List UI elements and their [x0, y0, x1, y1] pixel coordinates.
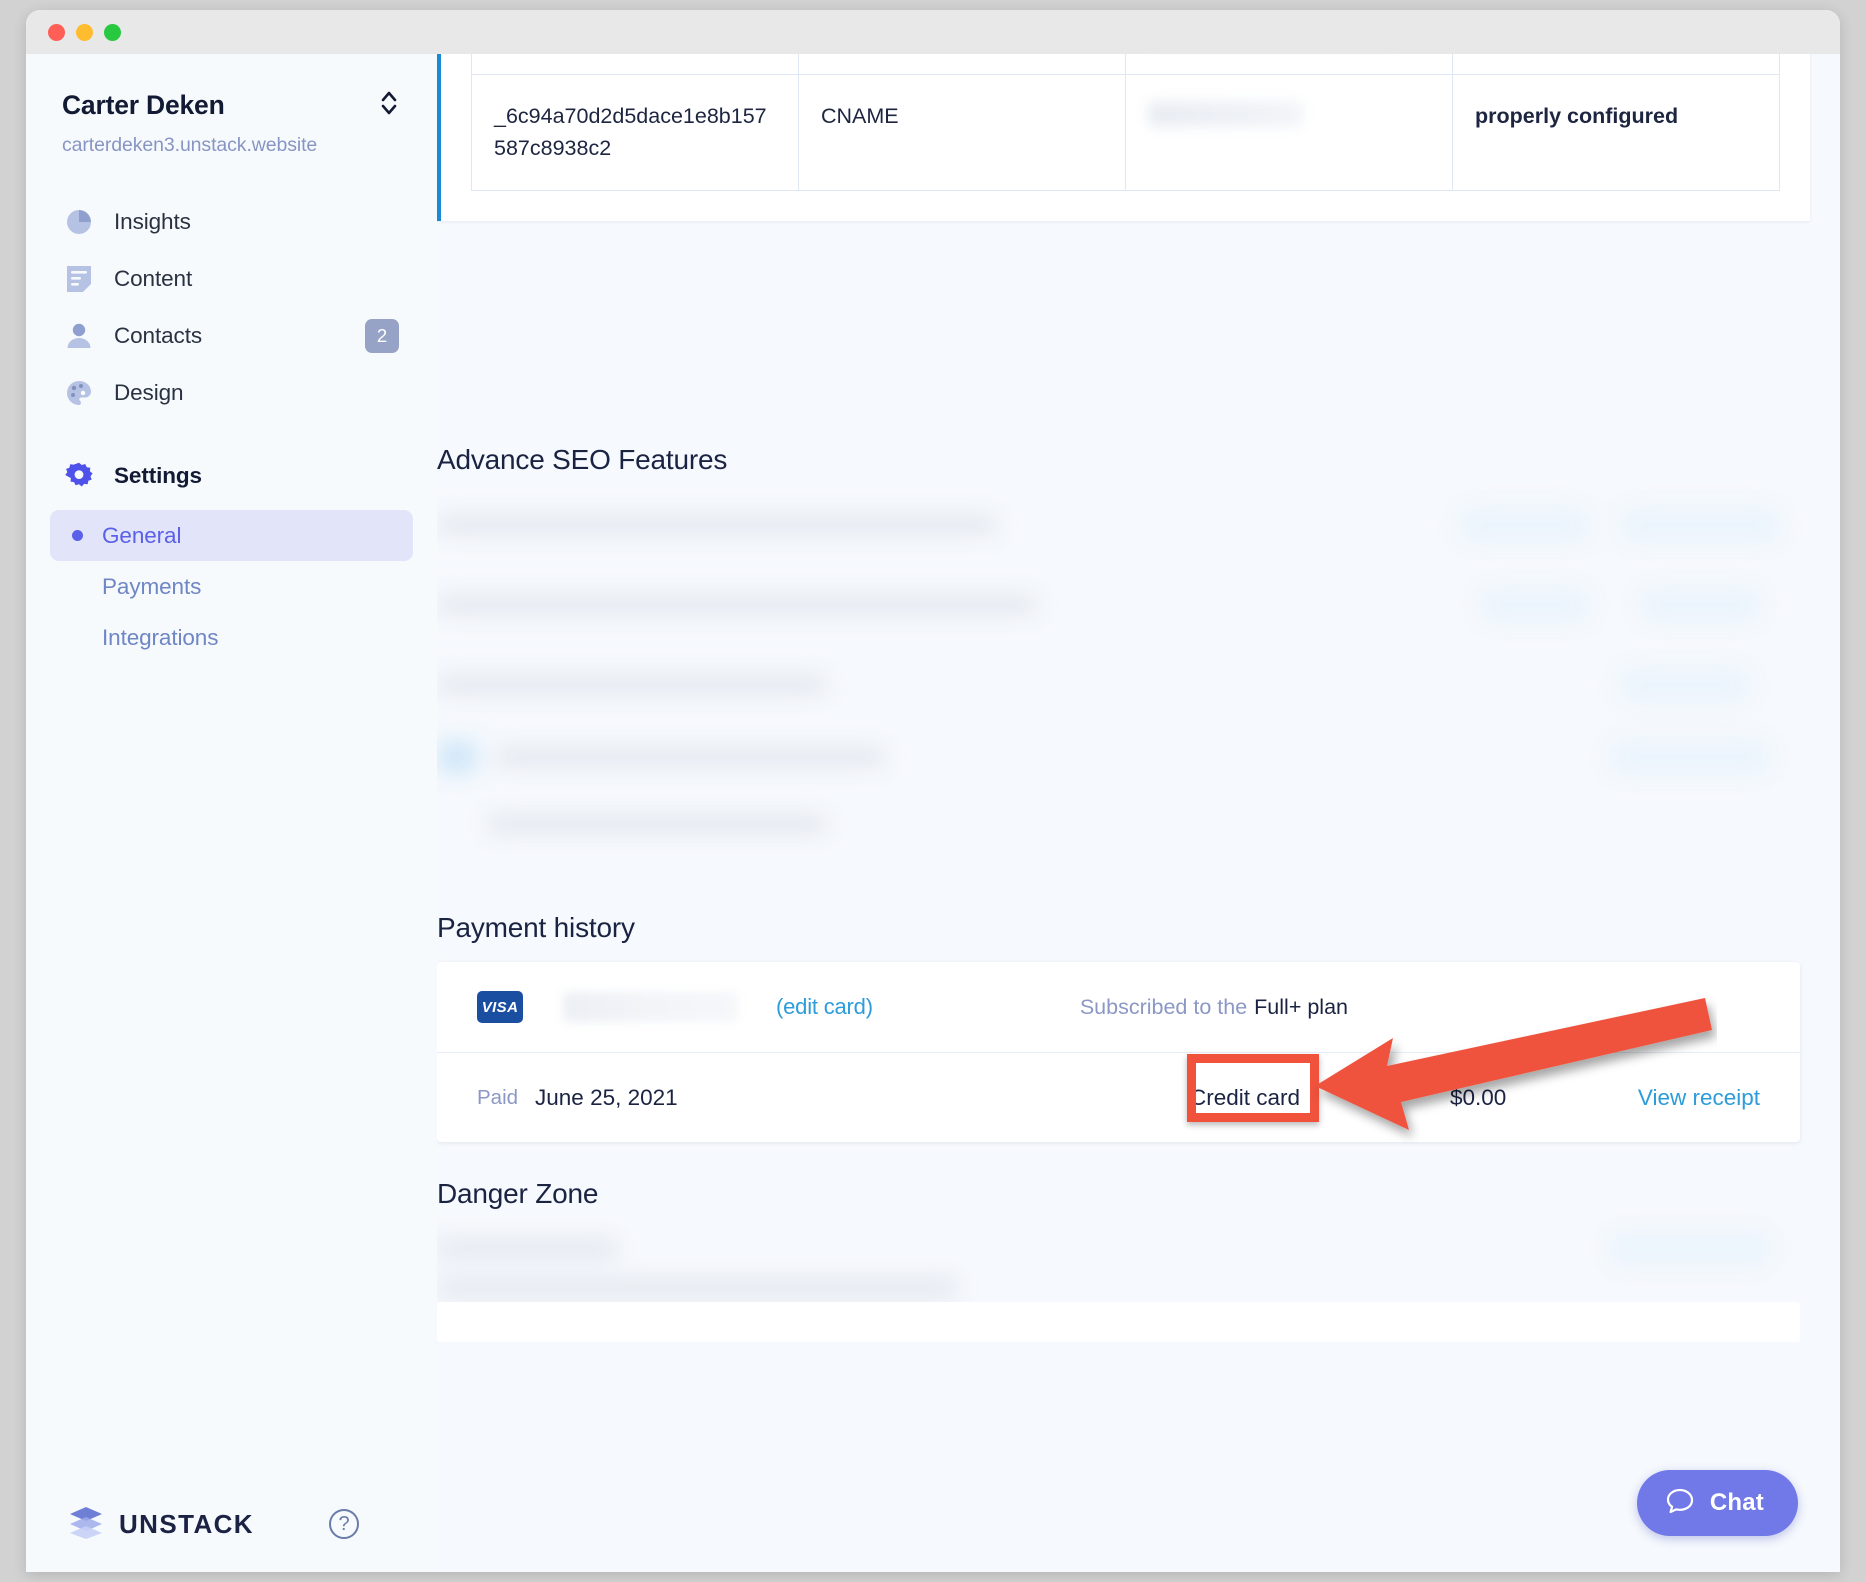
- app-window: Carter Deken carterdeken3.unstack.websit…: [26, 10, 1840, 1572]
- danger-zone-title: Danger Zone: [437, 1178, 598, 1210]
- help-glyph: ?: [338, 1513, 349, 1536]
- plan-name: Full+ plan: [1254, 995, 1348, 1019]
- active-dot-icon: [72, 530, 83, 541]
- invoice-date: June 25, 2021: [535, 1085, 678, 1111]
- main-content: @ A pending www CNAME pending: [437, 54, 1840, 1572]
- subscription-status: Subscribed to the Full+ plan: [1080, 995, 1348, 1020]
- sidebar-subitem-label: Integrations: [102, 625, 218, 651]
- zoom-button[interactable]: [104, 24, 121, 41]
- document-icon: [62, 262, 96, 296]
- person-icon: [62, 319, 96, 353]
- danger-zone-redacted-region: [437, 1226, 1800, 1308]
- palette-icon: [62, 376, 96, 410]
- dns-status-cell: properly configured: [1453, 75, 1780, 190]
- chat-bubble-icon: [1665, 1486, 1695, 1521]
- inactive-dot-icon: [72, 632, 83, 643]
- sidebar-item-content[interactable]: Content: [50, 250, 413, 307]
- sidebar-item-label: Design: [114, 380, 183, 406]
- chevron-up-down-icon[interactable]: [379, 88, 399, 123]
- dns-type-cell: CNAME: [799, 54, 1126, 75]
- sidebar-footer: UNSTACK ?: [26, 1476, 437, 1572]
- card-number-redacted: [563, 992, 738, 1022]
- danger-zone-card: [437, 1302, 1800, 1342]
- seo-features-redacted-region: [437, 504, 1800, 844]
- window-titlebar: [26, 10, 1840, 54]
- dns-notice-card: @ A pending www CNAME pending: [437, 54, 1810, 221]
- payment-method-row: VISA (edit card) Subscribed to the Full+ …: [437, 962, 1800, 1052]
- sidebar-item-label: Settings: [114, 463, 202, 489]
- annotation-highlight-box: [1187, 1054, 1319, 1122]
- payment-history-card: VISA (edit card) Subscribed to the Full+ …: [437, 962, 1800, 1142]
- sidebar: Carter Deken carterdeken3.unstack.websit…: [26, 54, 437, 1572]
- dns-status-cell: pending: [1453, 54, 1780, 75]
- sidebar-item-integrations[interactable]: Integrations: [50, 612, 413, 663]
- minimize-button[interactable]: [76, 24, 93, 41]
- sidebar-subitem-label: Payments: [102, 574, 201, 600]
- dns-name-cell: www: [472, 54, 799, 75]
- view-receipt-link[interactable]: View receipt: [1550, 1085, 1760, 1111]
- settings-subnav: General Payments Integrations: [26, 510, 437, 663]
- contacts-count-badge: 2: [365, 319, 399, 353]
- dns-value-cell: [1126, 54, 1453, 75]
- primary-nav: Insights Content: [26, 193, 437, 504]
- dns-records-panel: @ A pending www CNAME pending: [437, 54, 1810, 221]
- pie-chart-icon: [62, 205, 96, 239]
- sidebar-item-payments[interactable]: Payments: [50, 561, 413, 612]
- invoice-status: Paid: [477, 1086, 518, 1110]
- sidebar-item-label: Content: [114, 266, 192, 292]
- dns-name-cell: _6c94a70d2d5dace1e8b157587c8938c2: [472, 75, 799, 190]
- sidebar-item-general[interactable]: General: [50, 510, 413, 561]
- redacted-value: [1148, 101, 1303, 127]
- chat-button[interactable]: Chat: [1637, 1470, 1798, 1536]
- site-url[interactable]: carterdeken3.unstack.website: [62, 134, 399, 157]
- site-name: Carter Deken: [62, 90, 225, 121]
- payment-history-title: Payment history: [437, 912, 635, 944]
- layers-icon: [68, 1505, 104, 1544]
- close-button[interactable]: [48, 24, 65, 41]
- inactive-dot-icon: [72, 581, 83, 592]
- sidebar-item-label: Insights: [114, 209, 191, 235]
- dns-value-cell: [1126, 75, 1453, 190]
- sidebar-item-contacts[interactable]: Contacts 2: [50, 307, 413, 364]
- chat-label: Chat: [1710, 1489, 1764, 1517]
- site-header: Carter Deken carterdeken3.unstack.websit…: [26, 54, 437, 157]
- gear-icon: [62, 459, 96, 493]
- seo-section-title: Advance SEO Features: [437, 444, 727, 476]
- dns-records-table: @ A pending www CNAME pending: [471, 54, 1780, 191]
- question-mark-icon[interactable]: ?: [329, 1509, 359, 1539]
- table-row: Paid June 25, 2021 Credit card $0.00 Vie…: [437, 1052, 1800, 1142]
- dns-type-cell: CNAME: [799, 75, 1126, 190]
- table-row: www CNAME pending: [472, 54, 1780, 75]
- brand-name: UNSTACK: [119, 1509, 254, 1540]
- table-row: _6c94a70d2d5dace1e8b157587c8938c2 CNAME …: [472, 75, 1780, 190]
- sidebar-item-design[interactable]: Design: [50, 364, 413, 421]
- sidebar-item-insights[interactable]: Insights: [50, 193, 413, 250]
- edit-card-link[interactable]: (edit card): [776, 994, 873, 1020]
- sidebar-item-settings[interactable]: Settings: [50, 447, 413, 504]
- subscription-prefix: Subscribed to the: [1080, 995, 1247, 1019]
- nav-spacer: [50, 421, 413, 447]
- sidebar-item-label: Contacts: [114, 323, 202, 349]
- sidebar-subitem-label: General: [102, 523, 181, 549]
- visa-logo-icon: VISA: [477, 991, 523, 1023]
- invoice-amount: $0.00: [1300, 1085, 1550, 1111]
- brand-logo[interactable]: UNSTACK: [68, 1505, 254, 1544]
